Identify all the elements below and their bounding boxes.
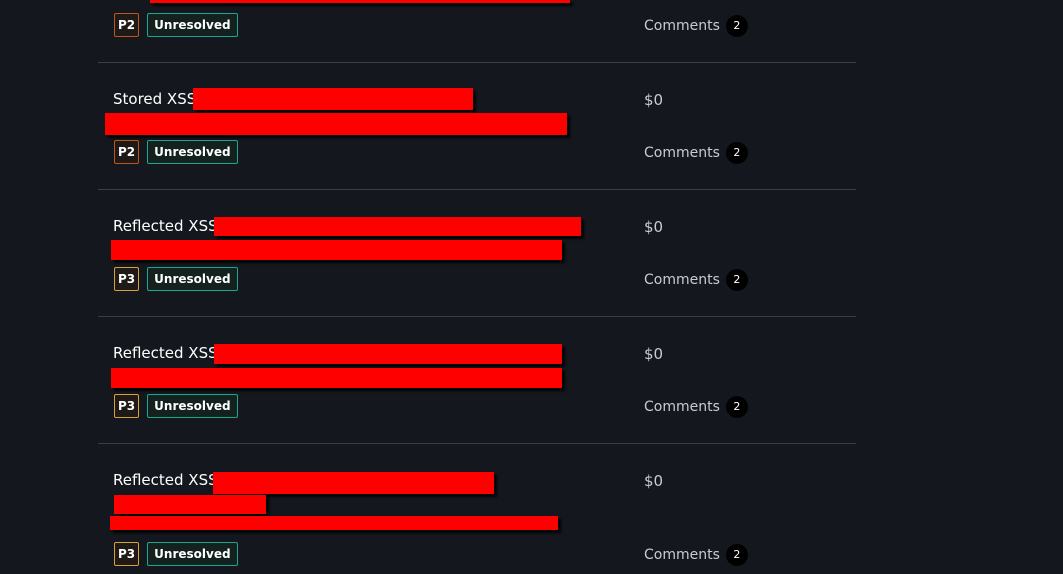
comments-label: Comments — [644, 145, 720, 161]
comments-count: 2 — [725, 142, 748, 164]
redacted-block — [111, 240, 562, 260]
report-list: P2 Unresolved Comments 2 Stored XSS $0 P… — [0, 0, 1063, 574]
redacted-block — [114, 495, 266, 514]
status-badge: Unresolved — [147, 542, 238, 566]
priority-badge: P3 — [114, 542, 140, 566]
comments-link[interactable]: Comments 2 — [644, 544, 748, 566]
comments-link[interactable]: Comments 2 — [644, 15, 748, 37]
report-title[interactable]: Stored XSS — [113, 89, 196, 109]
row-divider — [98, 189, 856, 190]
comments-label: Comments — [644, 399, 720, 415]
priority-badge: P2 — [114, 140, 140, 164]
redacted-block — [150, 0, 570, 3]
redacted-block — [110, 516, 558, 530]
bounty-amount: $0 — [644, 472, 664, 490]
redacted-block — [213, 472, 494, 494]
priority-badge: P3 — [114, 394, 140, 418]
comments-link[interactable]: Comments 2 — [644, 269, 748, 291]
status-badge: Unresolved — [147, 394, 238, 418]
bounty-amount: $0 — [644, 218, 664, 236]
redacted-block — [193, 88, 473, 110]
row-divider — [98, 443, 856, 444]
priority-badge: P3 — [114, 267, 140, 291]
comments-link[interactable]: Comments 2 — [644, 142, 748, 164]
redacted-block — [111, 368, 562, 388]
bounty-amount: $0 — [644, 91, 664, 109]
report-title[interactable]: Reflected XSS — [113, 216, 218, 236]
row-divider — [98, 316, 856, 317]
comments-label: Comments — [644, 272, 720, 288]
report-badges: P3 Unresolved — [114, 542, 238, 566]
row-divider — [98, 62, 856, 63]
priority-badge: P2 — [114, 13, 140, 37]
redacted-block — [214, 344, 562, 364]
bounty-amount: $0 — [644, 345, 664, 363]
comments-label: Comments — [644, 18, 720, 34]
report-badges: P2 Unresolved — [114, 140, 238, 164]
status-badge: Unresolved — [147, 267, 238, 291]
comments-count: 2 — [725, 396, 748, 418]
comments-count: 2 — [725, 15, 748, 37]
comments-count: 2 — [725, 269, 748, 291]
report-badges: P2 Unresolved — [114, 13, 238, 37]
report-badges: P3 Unresolved — [114, 394, 238, 418]
report-title[interactable]: Reflected XSS — [113, 470, 218, 490]
report-badges: P3 Unresolved — [114, 267, 238, 291]
redacted-block — [214, 217, 581, 236]
redacted-block — [105, 113, 567, 135]
comments-label: Comments — [644, 547, 720, 563]
comments-link[interactable]: Comments 2 — [644, 396, 748, 418]
status-badge: Unresolved — [147, 13, 238, 37]
comments-count: 2 — [725, 544, 748, 566]
status-badge: Unresolved — [147, 140, 238, 164]
report-title[interactable]: Reflected XSS — [113, 343, 218, 363]
